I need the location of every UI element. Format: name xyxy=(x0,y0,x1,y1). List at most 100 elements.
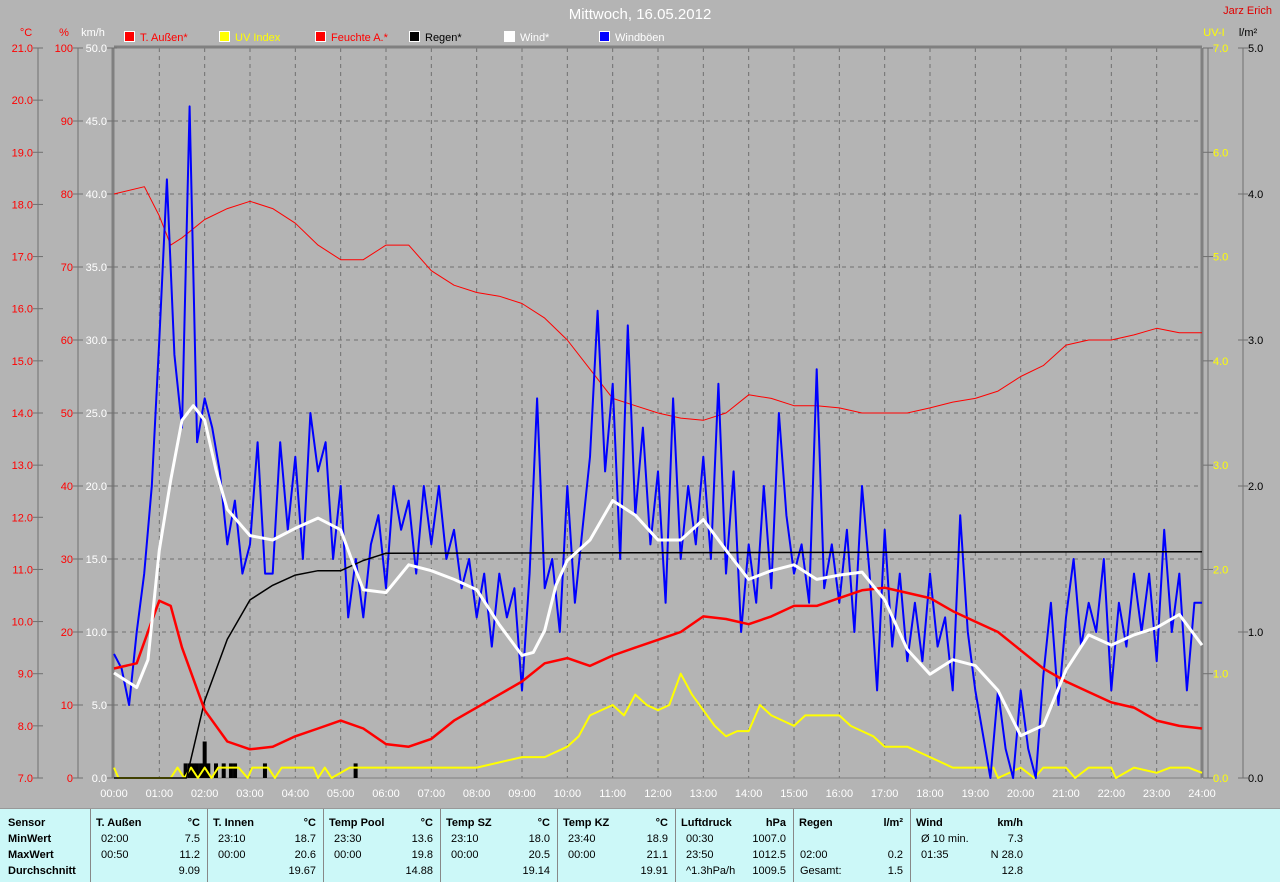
x-tick-label: 04:00 xyxy=(282,788,310,800)
x-tick-label: 12:00 xyxy=(644,788,672,800)
stat-value: 1.5 xyxy=(887,865,903,877)
legend-swatch-icon xyxy=(409,31,420,42)
weather-chart: 00:00 01:00 02:00 03:00 04:00 05:00 06:00 07:00… xyxy=(12,27,1264,800)
x-tick-label: 10:00 xyxy=(554,788,582,800)
stat-value: 1009.5 xyxy=(752,865,786,877)
wind-tick-label: 20.0 xyxy=(86,481,107,493)
humidity-axis-unit: % xyxy=(59,27,69,39)
stat-value: 20.6 xyxy=(294,849,316,861)
x-tick-label: 07:00 xyxy=(418,788,446,800)
uv-tick-label: 1.0 xyxy=(1213,669,1228,681)
stat-value: 19.8 xyxy=(411,849,433,861)
stat-value: 9.09 xyxy=(178,865,200,877)
row-labels-column: Sensor MinWert MaxWert Durchschnitt xyxy=(0,809,90,882)
column-header: Temp KZ xyxy=(563,817,610,829)
stat-value: 20.5 xyxy=(528,849,550,861)
x-tick-label: 05:00 xyxy=(327,788,355,800)
legend-item: UV Index xyxy=(219,31,280,44)
uv-tick-label: 6.0 xyxy=(1213,147,1228,159)
legend-swatch-icon xyxy=(599,31,610,42)
legend-swatch-icon xyxy=(504,31,515,42)
temp-tick-label: 13.0 xyxy=(12,460,33,472)
stat-column: Temp SZ °C 23:10 18.0 00:00 20.5 19.14 xyxy=(440,809,558,882)
stat-time: 00:30 xyxy=(686,833,714,845)
wind-tick-label: 25.0 xyxy=(86,408,107,420)
row-label: MaxWert xyxy=(8,849,54,861)
legend-swatch-icon xyxy=(219,31,230,42)
x-tick-label: 14:00 xyxy=(735,788,763,800)
column-header: T. Innen xyxy=(213,817,254,829)
rain-bar xyxy=(202,741,207,778)
stat-time: 00:00 xyxy=(218,849,246,861)
legend-label: Windböen xyxy=(615,32,665,44)
wind-tick-label: 15.0 xyxy=(86,554,107,566)
stat-time: 00:00 xyxy=(334,849,362,861)
stat-value: 13.6 xyxy=(411,833,433,845)
stat-value: N 28.0 xyxy=(990,849,1023,861)
legend-item: T. Außen* xyxy=(124,31,188,44)
x-tick-label: 09:00 xyxy=(508,788,536,800)
x-tick-label: 24:00 xyxy=(1188,788,1216,800)
humidity-tick-label: 0 xyxy=(67,773,73,785)
row-label: Sensor xyxy=(8,817,46,829)
chart-title: Mittwoch, 16.05.2012 xyxy=(568,6,712,23)
stat-value: 11.2 xyxy=(179,849,200,861)
temp-tick-label: 7.0 xyxy=(18,773,33,785)
stat-value: 19.91 xyxy=(640,865,668,877)
humidity-tick-label: 40 xyxy=(61,481,73,493)
wind-tick-label: 40.0 xyxy=(86,189,107,201)
temp-tick-label: 19.0 xyxy=(12,147,33,159)
column-unit: °C xyxy=(537,817,550,829)
temp-tick-label: 8.0 xyxy=(18,721,33,733)
temp-tick-label: 18.0 xyxy=(12,199,33,211)
legend-label: Regen* xyxy=(425,32,462,44)
stat-column: T. Innen °C 23:10 18.7 00:00 20.6 19.67 xyxy=(207,809,324,882)
wind-tick-label: 35.0 xyxy=(86,262,107,274)
rain-bar xyxy=(221,763,226,778)
stat-value: 19.67 xyxy=(288,865,316,877)
x-tick-label: 11:00 xyxy=(599,788,626,800)
rain-tick-label: 4.0 xyxy=(1248,189,1263,201)
humidity-tick-label: 70 xyxy=(61,262,73,274)
legend-label: Wind* xyxy=(520,32,550,44)
temp-tick-label: 21.0 xyxy=(12,43,33,55)
rain-bar xyxy=(228,763,233,778)
legend-item: Regen* xyxy=(409,31,462,44)
wind-tick-label: 50.0 xyxy=(86,43,107,55)
humidity-tick-label: 90 xyxy=(61,116,73,128)
stat-time: 23:40 xyxy=(568,833,596,845)
column-header: Temp SZ xyxy=(446,817,492,829)
x-tick-label: 00:00 xyxy=(100,788,128,800)
column-unit: °C xyxy=(420,817,433,829)
rain-tick-label: 0.0 xyxy=(1248,773,1263,785)
x-tick-label: 17:00 xyxy=(871,788,899,800)
row-label: MinWert xyxy=(8,833,52,845)
stat-column: Temp Pool °C 23:30 13.6 00:00 19.8 14.88 xyxy=(323,809,441,882)
column-unit: °C xyxy=(303,817,316,829)
stat-value: 0.2 xyxy=(887,849,903,861)
uv-tick-label: 7.0 xyxy=(1213,43,1228,55)
x-tick-label: 18:00 xyxy=(916,788,944,800)
column-unit: km/h xyxy=(997,817,1023,829)
rain-bar xyxy=(233,763,238,778)
legend-label: Feuchte A.* xyxy=(331,32,388,44)
x-tick-label: 22:00 xyxy=(1098,788,1126,800)
temp-tick-label: 10.0 xyxy=(12,617,33,629)
humidity-tick-label: 100 xyxy=(55,43,73,55)
uv-tick-label: 0.0 xyxy=(1213,773,1228,785)
column-unit: hPa xyxy=(765,817,786,829)
x-tick-label: 06:00 xyxy=(372,788,400,800)
uv-tick-label: 2.0 xyxy=(1213,564,1228,576)
stat-value: 21.1 xyxy=(646,849,668,861)
stat-column: Luftdruck hPa 00:30 1007.0 23:50 1012.5 ^1.3hP… xyxy=(675,809,794,882)
temp-tick-label: 11.0 xyxy=(12,564,33,576)
uv-tick-label: 5.0 xyxy=(1213,252,1228,264)
temp-tick-label: 16.0 xyxy=(12,304,33,316)
x-tick-label: 15:00 xyxy=(780,788,808,800)
stat-time: 23:30 xyxy=(334,833,362,845)
stat-time: 00:00 xyxy=(451,849,479,861)
column-header: Wind xyxy=(916,817,943,829)
stat-value: 1012.5 xyxy=(752,849,786,861)
column-header: T. Außen xyxy=(96,817,142,829)
legend-item: Wind* xyxy=(504,31,549,44)
